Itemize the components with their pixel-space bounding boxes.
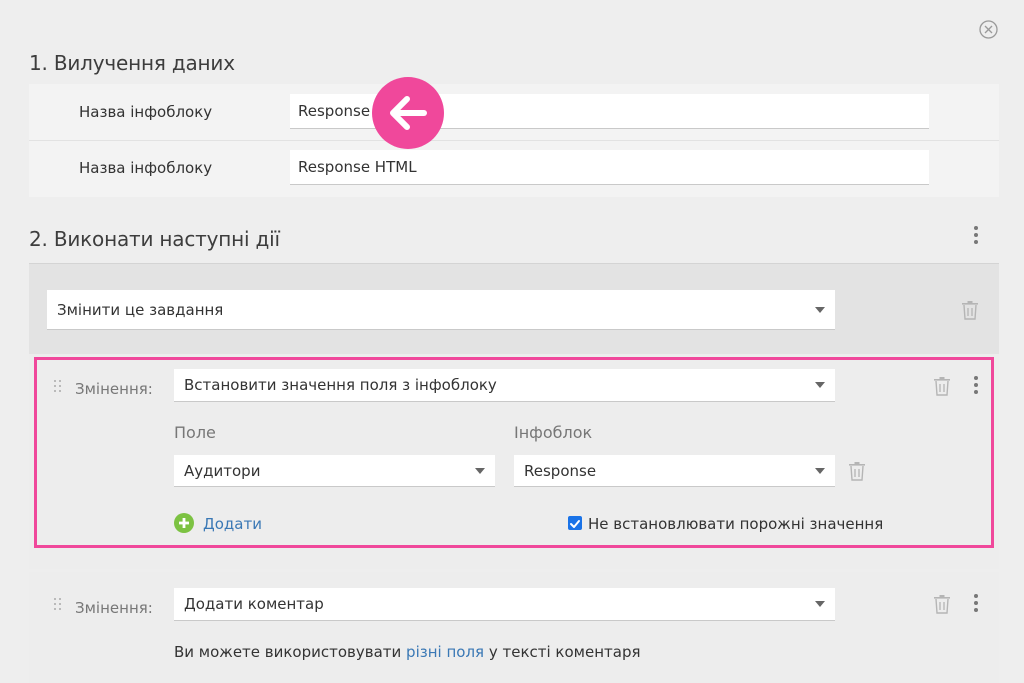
comment-hint-prefix: Ви можете використовувати <box>174 643 407 661</box>
fields-link[interactable]: різні поля <box>406 643 484 661</box>
add-button[interactable]: Додати <box>203 515 262 533</box>
infoblock-name-label-2: Назва інфоблоку <box>79 159 213 177</box>
change-type-value: Встановити значення поля з інфоблоку <box>184 376 497 394</box>
plus-circle-icon[interactable] <box>174 513 194 533</box>
more-vertical-icon[interactable] <box>973 376 979 398</box>
action-select-value: Змінити це завдання <box>57 300 224 319</box>
drag-handle-icon[interactable] <box>53 597 63 613</box>
change-type-select-2[interactable]: Додати коментар <box>174 588 835 621</box>
change-type-value-2: Додати коментар <box>184 595 324 613</box>
section-title-data-extraction: 1. Вилучення даних <box>29 51 235 75</box>
infoblock-column-header: Інфоблок <box>514 423 593 442</box>
data-extraction-panel: Назва інфоблоку Назва інфоблоку <box>29 84 999 197</box>
change-label: Змінення: <box>75 380 153 398</box>
field-column-header: Поле <box>174 423 216 442</box>
caret-down-icon <box>815 382 825 388</box>
trash-icon[interactable] <box>961 300 979 320</box>
close-icon[interactable] <box>978 19 999 40</box>
field-select-value: Аудитори <box>184 461 261 480</box>
skip-empty-checkbox[interactable] <box>568 516 582 530</box>
caret-down-icon <box>815 601 825 607</box>
trash-icon[interactable] <box>933 376 951 396</box>
comment-hint: Ви можете використовувати різні поля у т… <box>174 643 641 661</box>
trash-icon[interactable] <box>933 594 951 614</box>
arrow-left-icon <box>372 77 444 149</box>
infoblock-name-input-2[interactable] <box>290 150 929 185</box>
skip-empty-label: Не встановлювати порожні значення <box>588 515 884 533</box>
trash-icon[interactable] <box>848 461 866 481</box>
comment-hint-suffix: у тексті коментаря <box>484 643 641 661</box>
change-type-select[interactable]: Встановити значення поля з інфоблоку <box>174 369 835 402</box>
more-vertical-icon[interactable] <box>973 226 979 248</box>
infoblock-select[interactable]: Response <box>514 455 835 487</box>
field-select[interactable]: Аудитори <box>174 455 495 487</box>
section-title-actions: 2. Виконати наступні дії <box>29 227 280 251</box>
infoblock-select-value: Response <box>524 461 597 480</box>
row-divider <box>29 140 999 141</box>
caret-down-icon <box>815 306 825 313</box>
drag-handle-icon[interactable] <box>53 379 63 395</box>
caret-down-icon <box>475 467 485 474</box>
action-select[interactable]: Змінити це завдання <box>47 290 835 330</box>
infoblock-name-label: Назва інфоблоку <box>79 103 213 121</box>
more-vertical-icon[interactable] <box>973 594 979 616</box>
change-label-2: Змінення: <box>75 599 153 617</box>
caret-down-icon <box>815 467 825 474</box>
